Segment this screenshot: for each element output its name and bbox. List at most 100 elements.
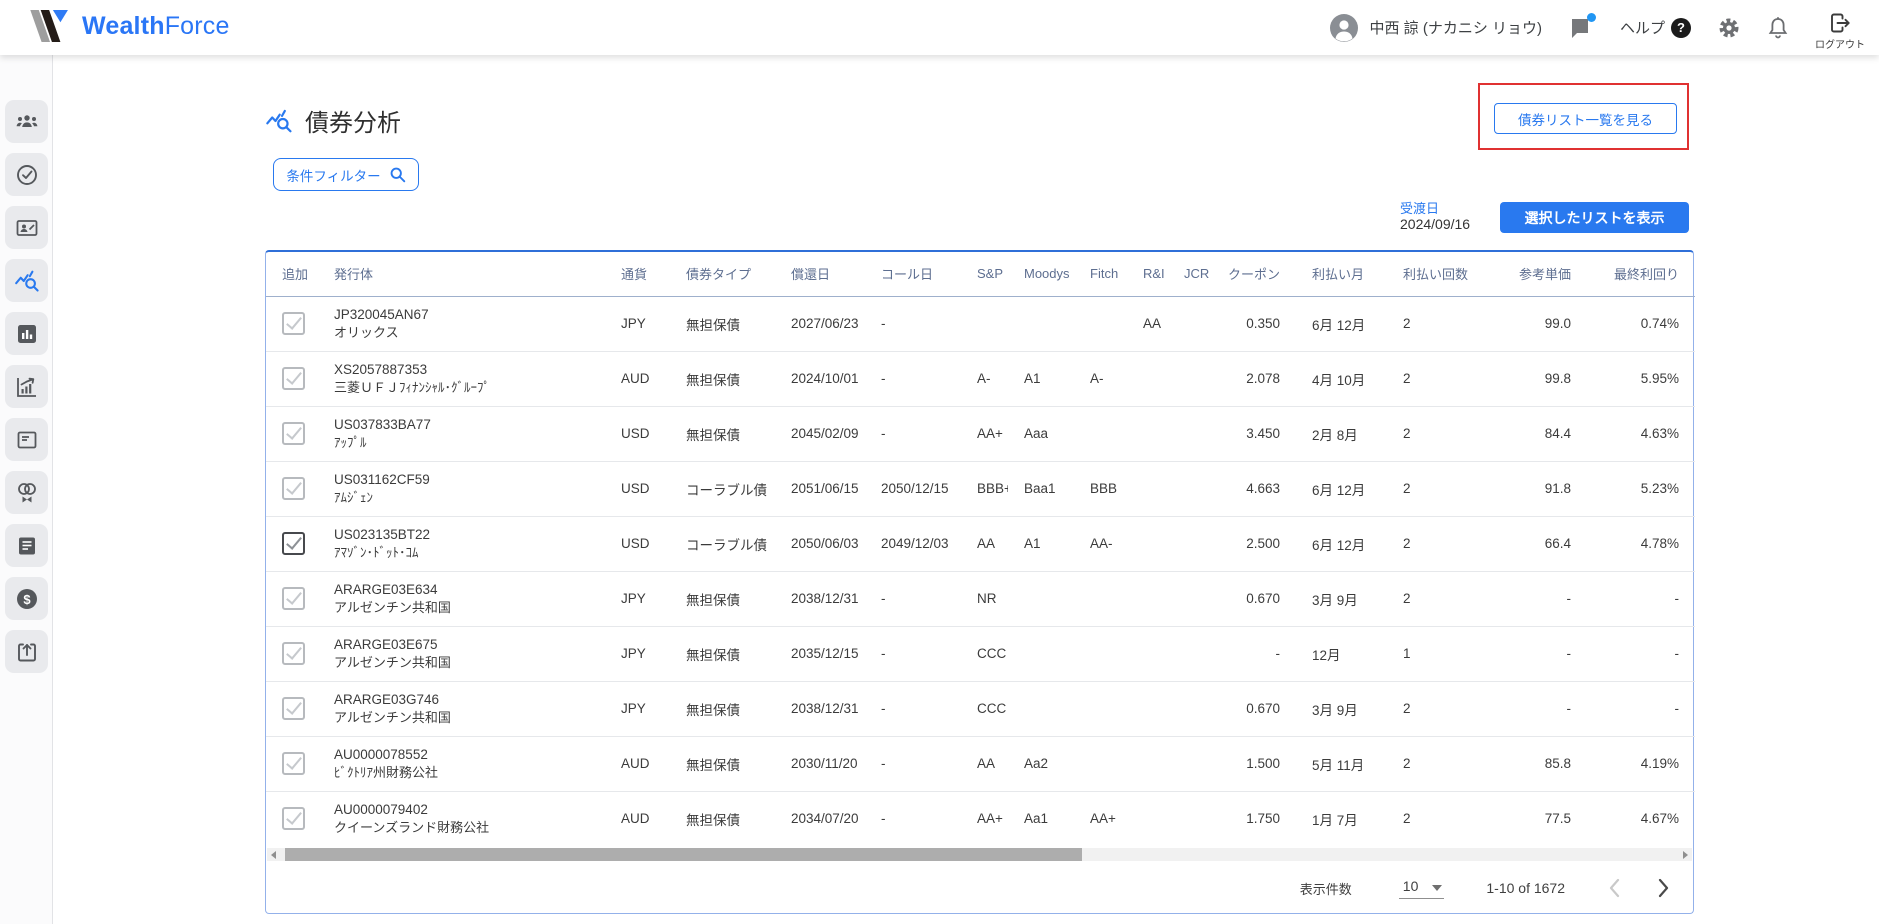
add-cell xyxy=(266,351,318,407)
notifications-bell-icon[interactable] xyxy=(1767,16,1789,40)
type-cell: 無担保債 xyxy=(670,571,775,627)
filter-button[interactable]: 条件フィルター xyxy=(273,158,419,191)
fitch-cell: AA- xyxy=(1074,516,1127,572)
issuer-name: ﾋﾞｸﾄﾘｱ州財務公社 xyxy=(334,764,439,780)
row-select-checkbox[interactable] xyxy=(282,532,305,555)
users-group-icon xyxy=(15,110,39,134)
pay-months-cell: 6月 12月 xyxy=(1296,516,1387,572)
bond-code: JP320045AN67 xyxy=(334,306,429,322)
currency-cell: AUD xyxy=(605,736,670,792)
pay-months-cell: 3月 9月 xyxy=(1296,681,1387,737)
row-select-checkbox[interactable] xyxy=(282,752,305,775)
ri-cell xyxy=(1127,626,1168,682)
row-select-checkbox[interactable] xyxy=(282,807,305,831)
maturity-cell: 2051/06/15 xyxy=(775,461,865,517)
logout-button[interactable]: ログアウト xyxy=(1815,11,1865,51)
currency-cell: AUD xyxy=(605,351,670,407)
row-select-checkbox[interactable] xyxy=(282,367,305,390)
coupon-cell: 0.350 xyxy=(1208,296,1296,352)
sidebar-item-fees[interactable]: $ xyxy=(5,577,48,620)
row-select-checkbox[interactable] xyxy=(282,697,305,720)
column-header-3: 通貨 xyxy=(605,252,670,297)
scrollbar-thumb[interactable] xyxy=(285,848,1082,861)
column-header-12: クーポン xyxy=(1208,252,1296,297)
sp-cell xyxy=(961,296,1008,352)
rows-per-page-select[interactable]: 10 xyxy=(1398,878,1445,899)
call-date-cell: - xyxy=(881,811,886,827)
ri-cell xyxy=(1127,571,1168,627)
add-cell xyxy=(266,461,318,517)
maturity-cell: 2050/06/03 xyxy=(775,516,865,572)
jcr-cell xyxy=(1168,461,1208,517)
moodys-cell: Aaa xyxy=(1008,406,1074,462)
sidebar-item-users[interactable] xyxy=(5,100,48,143)
coupon-cell: 1.500 xyxy=(1208,736,1296,792)
bond-code: ARARGE03E675 xyxy=(334,636,438,652)
currency-cell: USD xyxy=(605,516,670,572)
row-select-checkbox[interactable] xyxy=(282,642,305,665)
moodys-cell xyxy=(1008,571,1074,627)
help-button[interactable]: ヘルプ ? xyxy=(1620,17,1691,38)
pay-count-cell: 2 xyxy=(1387,461,1487,517)
table-row: XS2057887353 三菱ＵＦＪﾌｨﾅﾝｼｬﾙ･ｸﾞﾙｰﾌﾟ AUD 無担保債 20… xyxy=(266,351,1695,407)
type-cell: 無担保債 xyxy=(670,626,775,682)
ri-cell xyxy=(1127,736,1168,792)
horizontal-scrollbar[interactable] xyxy=(267,848,1692,861)
help-question-icon: ? xyxy=(1671,17,1691,38)
show-selected-list-button[interactable]: 選択したリストを表示 xyxy=(1500,202,1689,233)
previous-page-button[interactable] xyxy=(1609,878,1620,898)
sp-cell: NR xyxy=(961,571,1008,627)
filter-button-label: 条件フィルター xyxy=(286,168,381,184)
main-content: 債券分析 債券リスト一覧を見る 条件フィルター 受渡日 2024/09/16 選… xyxy=(53,55,1879,924)
currency-cell: JPY xyxy=(605,626,670,682)
sp-cell: AA xyxy=(961,516,1008,572)
add-cell xyxy=(266,516,318,572)
sidebar-item-tasks[interactable] xyxy=(5,153,48,196)
row-select-checkbox[interactable] xyxy=(282,587,305,610)
ref-price-cell: - xyxy=(1487,681,1587,737)
sidebar-item-meetings[interactable] xyxy=(5,471,48,514)
sp-cell: AA xyxy=(961,736,1008,792)
settlement-date: 受渡日 2024/09/16 xyxy=(1400,201,1470,232)
sidebar-item-contacts[interactable] xyxy=(5,206,48,249)
scroll-left-arrow-icon[interactable] xyxy=(271,851,276,859)
user-name: 中西 諒 (ナカニシ リョウ) xyxy=(1369,20,1542,37)
top-bar: WealthForce 中西 諒 (ナカニシ リョウ) ヘルプ ? ログアウト xyxy=(0,0,1879,55)
sidebar-item-notes[interactable] xyxy=(5,524,48,567)
sidebar-item-export[interactable] xyxy=(5,630,48,673)
sp-cell: CCC xyxy=(961,681,1008,737)
jcr-cell xyxy=(1168,571,1208,627)
chat-button[interactable] xyxy=(1568,12,1596,40)
jcr-cell xyxy=(1168,351,1208,407)
bond-code: AU0000078552 xyxy=(334,746,428,762)
sidebar-item-performance[interactable] xyxy=(5,365,48,408)
row-select-checkbox[interactable] xyxy=(282,422,305,445)
ri-cell: AA xyxy=(1127,296,1168,352)
moodys-cell: Aa2 xyxy=(1008,736,1074,792)
maturity-cell: 2027/06/23 xyxy=(775,296,865,352)
row-select-checkbox[interactable] xyxy=(282,312,305,335)
issuer-cell: US037833BA77 ｱｯﾌﾟﾙ xyxy=(318,406,605,462)
table-row: ARARGE03G746 アルゼンチン共和国 JPY 無担保債 2038/12/31- C… xyxy=(266,681,1695,737)
user-menu[interactable]: 中西 諒 (ナカニシ リョウ) xyxy=(1329,13,1542,43)
bond-table-card: 追加 発行体 通貨 債券タイプ 償還日 コール日 S&P Moodys Fitch R&I JCR ク… xyxy=(265,250,1695,914)
issuer-cell: ARARGE03G746 アルゼンチン共和国 xyxy=(318,681,605,737)
brand-logo[interactable]: WealthForce xyxy=(30,10,230,42)
next-page-button[interactable] xyxy=(1658,878,1669,898)
view-bond-list-button[interactable]: 債券リスト一覧を見る xyxy=(1494,103,1677,134)
moodys-cell: Aa1 xyxy=(1024,811,1049,827)
ri-cell xyxy=(1127,406,1168,462)
scroll-right-arrow-icon[interactable] xyxy=(1683,851,1688,859)
maturity-cell: 2034/07/20 xyxy=(791,811,859,827)
sidebar-item-bond-analysis[interactable] xyxy=(5,259,48,302)
sidebar-item-reports[interactable] xyxy=(5,418,48,461)
table-row: US031162CF59 ｱﾑｼﾞｪﾝ USD コーラブル債 2051/06/15 205… xyxy=(266,461,1695,517)
sidebar-item-portfolio[interactable] xyxy=(5,312,48,355)
pay-count-cell: 1 xyxy=(1387,626,1487,682)
final-yield-cell: - xyxy=(1587,571,1695,627)
maturity-cell: 2045/02/09 xyxy=(775,406,865,462)
annotation-highlight-box: 債券リスト一覧を見る xyxy=(1478,83,1689,150)
issuer-name: アルゼンチン共和国 xyxy=(334,709,451,725)
row-select-checkbox[interactable] xyxy=(282,477,305,500)
settings-gear-icon[interactable] xyxy=(1717,16,1741,40)
